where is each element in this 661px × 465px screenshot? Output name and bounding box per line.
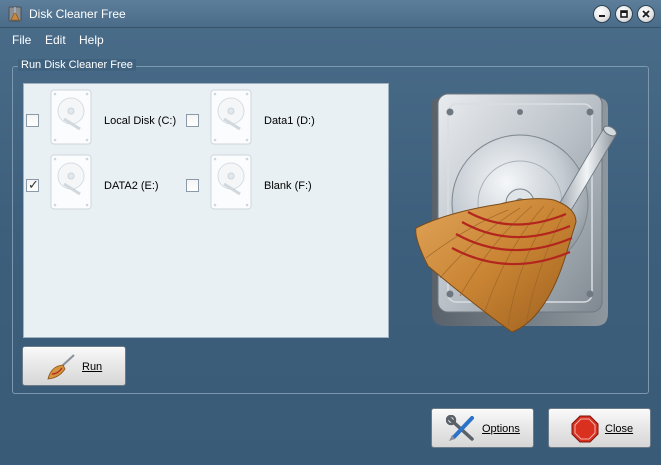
- app-window: Disk Cleaner Free File Edit Help Run Dis…: [0, 0, 661, 465]
- options-button[interactable]: Options: [431, 408, 534, 448]
- drive-item-f: Blank (F:): [184, 151, 384, 211]
- hard-drive-icon: [210, 154, 252, 210]
- group-legend: Run Disk Cleaner Free: [18, 59, 136, 71]
- hard-drive-icon: [50, 154, 92, 210]
- menu-file[interactable]: File: [12, 33, 31, 47]
- disk-broom-illustration: [415, 93, 617, 333]
- menu-help[interactable]: Help: [79, 33, 104, 47]
- close-icon: [642, 10, 650, 18]
- maximize-icon: [620, 10, 628, 18]
- maximize-button[interactable]: [615, 5, 633, 23]
- broom-icon: [47, 354, 75, 380]
- close-button-label: Close: [605, 423, 634, 435]
- tools-icon: [446, 415, 474, 441]
- drive-e-checkbox[interactable]: ✓: [26, 177, 39, 192]
- minimize-icon: [599, 15, 605, 17]
- hard-drive-icon: [210, 89, 252, 145]
- close-button[interactable]: Close: [548, 408, 651, 448]
- menu-bar: File Edit Help: [0, 29, 661, 51]
- drive-d-checkbox[interactable]: [186, 114, 199, 127]
- minimize-button[interactable]: [593, 5, 611, 23]
- hard-drive-icon: [50, 89, 92, 145]
- drive-f-checkbox[interactable]: [186, 179, 199, 192]
- menu-edit[interactable]: Edit: [45, 33, 66, 47]
- broom-app-icon: [7, 6, 23, 22]
- window-close-button[interactable]: [637, 5, 655, 23]
- options-button-label: Options: [482, 423, 520, 435]
- drive-c-checkbox[interactable]: [26, 114, 39, 127]
- drive-item-e: ✓ DATA2 (E:): [24, 151, 184, 211]
- drive-item-d: Data1 (D:): [184, 86, 384, 146]
- title-bar[interactable]: Disk Cleaner Free: [0, 0, 661, 28]
- checkmark-icon: ✓: [28, 177, 39, 192]
- run-button[interactable]: Run: [22, 346, 126, 386]
- drive-item-c: Local Disk (C:): [24, 86, 184, 146]
- drive-f-label: Blank (F:): [264, 180, 312, 192]
- window-title: Disk Cleaner Free: [29, 7, 126, 21]
- run-button-label: Run: [82, 361, 103, 373]
- drive-d-label: Data1 (D:): [264, 115, 315, 127]
- stop-icon: [571, 415, 599, 443]
- drive-c-label: Local Disk (C:): [104, 115, 177, 127]
- drive-e-label: DATA2 (E:): [104, 180, 159, 192]
- drive-list-panel: Local Disk (C:) Data1 (D:) ✓ DATA2 (E:) …: [23, 83, 389, 338]
